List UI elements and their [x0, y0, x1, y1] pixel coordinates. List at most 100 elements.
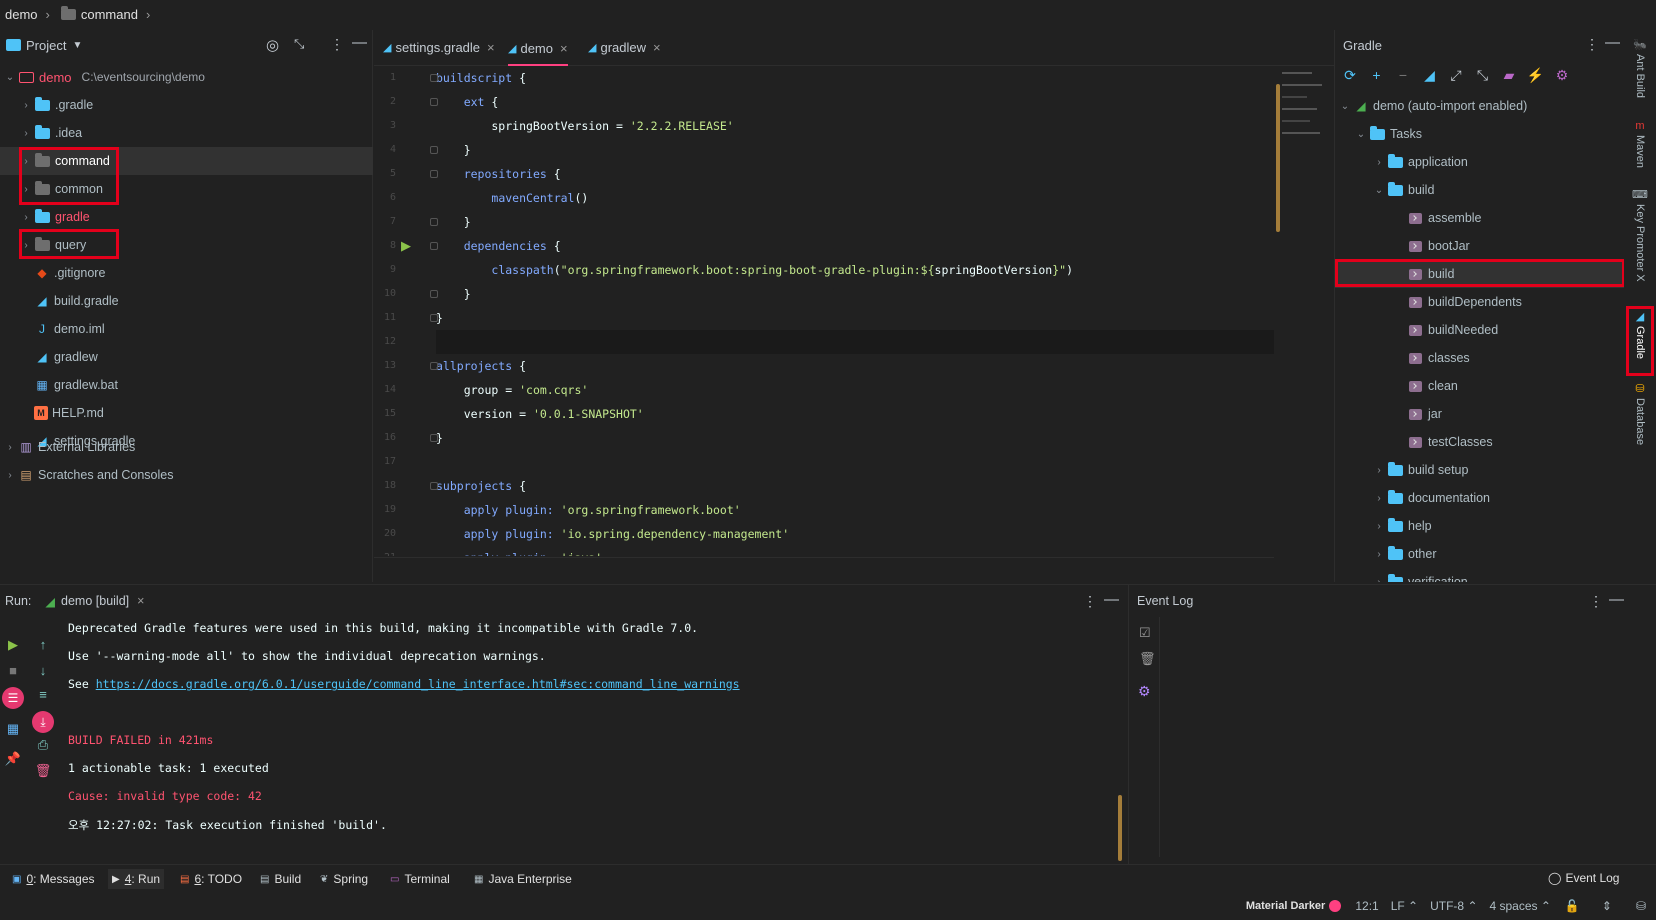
tool-window-tab[interactable]: ❦ Spring: [316, 869, 372, 889]
fold-marker-icon[interactable]: [430, 242, 438, 250]
chevron-right-icon[interactable]: ›: [1373, 157, 1385, 168]
add-icon[interactable]: +: [1368, 66, 1386, 84]
cursor-position[interactable]: 12:1: [1355, 899, 1378, 913]
line-separator[interactable]: LF ⌃: [1391, 899, 1418, 913]
tree-item[interactable]: ◢ gradlew: [0, 343, 373, 371]
settings-icon[interactable]: ⚙: [1553, 66, 1571, 84]
project-view-label[interactable]: Project: [26, 38, 66, 53]
tool-window-tab[interactable]: ▭ Terminal: [386, 869, 454, 889]
gradle-tree-item[interactable]: clean: [1335, 372, 1624, 400]
tree-item[interactable]: › command: [0, 147, 373, 175]
fold-marker-icon[interactable]: [430, 362, 438, 370]
gradle-tree-item[interactable]: classes: [1335, 344, 1624, 372]
fold-marker-icon[interactable]: [430, 146, 438, 154]
run-console-output[interactable]: Deprecated Gradle features were used in …: [0, 617, 1100, 857]
breadcrumb-project[interactable]: demo: [5, 7, 38, 22]
fold-marker-icon[interactable]: [430, 98, 438, 106]
gradle-tree-item[interactable]: buildNeeded: [1335, 316, 1624, 344]
hide-panel-icon[interactable]: —: [1609, 591, 1624, 608]
tree-external-libraries[interactable]: › ▥ External Libraries: [0, 433, 373, 461]
tree-item[interactable]: ◆ .gitignore: [0, 259, 373, 287]
tool-window-button[interactable]: ◢ Gradle: [1630, 310, 1650, 359]
tool-window-tab[interactable]: ▦ Java Enterprise: [470, 869, 576, 889]
refresh-icon[interactable]: ⟳: [1341, 66, 1359, 84]
gradle-tree-item[interactable]: buildDependents: [1335, 288, 1624, 316]
run-tab[interactable]: ◢ demo [build] ×: [45, 594, 144, 609]
gradle-tree-item[interactable]: › documentation: [1335, 484, 1624, 512]
mark-read-icon[interactable]: ☑: [1139, 625, 1151, 641]
chevron-down-icon[interactable]: ▼: [72, 40, 82, 51]
chevron-down-icon[interactable]: ⌄: [1355, 129, 1367, 140]
tree-item[interactable]: ▦ gradlew.bat: [0, 371, 373, 399]
editor-tab[interactable]: ◢ demo ×: [508, 32, 568, 66]
console-scrollbar-thumb[interactable]: [1118, 795, 1122, 861]
chevron-right-icon[interactable]: ›: [1373, 493, 1385, 504]
indent-setting[interactable]: 4 spaces ⌃: [1490, 899, 1551, 913]
tool-window-tab[interactable]: ▤ 6: TODO: [176, 869, 246, 889]
editor-tab[interactable]: ◢ settings.gradle ×: [383, 32, 495, 62]
chevron-right-icon[interactable]: ›: [4, 442, 16, 453]
fold-marker-icon[interactable]: [430, 218, 438, 226]
theme-name[interactable]: Material Darker: [1246, 900, 1326, 912]
tool-window-button[interactable]: ⌨ Key Promoter X: [1630, 188, 1650, 282]
breadcrumb-folder[interactable]: command: [81, 7, 138, 22]
close-icon[interactable]: ×: [487, 40, 495, 55]
tree-item[interactable]: › gradle: [0, 203, 373, 231]
show-deps-icon[interactable]: ⚡: [1527, 66, 1545, 84]
toggle-offline-icon[interactable]: ▰: [1500, 66, 1518, 84]
settings-icon[interactable]: ⚙: [1138, 683, 1151, 700]
hide-panel-icon[interactable]: —: [352, 34, 367, 51]
execute-task-icon[interactable]: ◢: [1421, 66, 1439, 84]
more-options-icon[interactable]: ⋮: [330, 36, 344, 53]
gradle-tree-item[interactable]: assemble: [1335, 204, 1624, 232]
tool-window-tab[interactable]: ▤ Build: [256, 869, 305, 889]
chevron-down-icon[interactable]: ⌄: [1373, 185, 1385, 196]
fold-marker-icon[interactable]: [430, 170, 438, 178]
gradle-tree-item[interactable]: testClasses: [1335, 428, 1624, 456]
fold-marker-icon[interactable]: [430, 290, 438, 298]
collapse-all-icon[interactable]: ⤡: [1474, 66, 1492, 84]
chevron-right-icon[interactable]: ›: [1373, 577, 1385, 583]
gradle-tree-item[interactable]: jar: [1335, 400, 1624, 428]
gradle-tree-item[interactable]: › application: [1335, 148, 1624, 176]
console-link[interactable]: https://docs.gradle.org/6.0.1/userguide/…: [96, 677, 740, 691]
hide-panel-icon[interactable]: —: [1605, 34, 1620, 51]
tree-item[interactable]: M HELP.md: [0, 399, 373, 427]
chevron-right-icon[interactable]: ›: [1373, 549, 1385, 560]
more-options-icon[interactable]: ⋮: [1083, 593, 1097, 610]
more-options-icon[interactable]: ⋮: [1585, 36, 1599, 53]
locate-icon[interactable]: ◎: [266, 36, 279, 54]
hide-panel-icon[interactable]: —: [1104, 591, 1119, 608]
fold-marker-icon[interactable]: [430, 482, 438, 490]
trash-icon[interactable]: 🗑: [1139, 651, 1156, 667]
gradle-tree-item[interactable]: › build setup: [1335, 456, 1624, 484]
tree-item[interactable]: ◢ build.gradle: [0, 287, 373, 315]
gradle-tree-item[interactable]: ⌄ build: [1335, 176, 1624, 204]
run-gutter-icon[interactable]: ▶: [401, 238, 411, 254]
gradle-tree-item[interactable]: › other: [1335, 540, 1624, 568]
tree-item[interactable]: Jdemo.iml: [0, 315, 373, 343]
chevron-right-icon[interactable]: ›: [1373, 465, 1385, 476]
chevron-right-icon[interactable]: ›: [4, 470, 16, 481]
remove-icon[interactable]: −: [1394, 66, 1412, 84]
chevron-down-icon[interactable]: ⌄: [1339, 101, 1351, 112]
editor-tab[interactable]: ◢ gradlew ×: [588, 32, 661, 62]
editor-horizontal-scrollbar[interactable]: [374, 557, 1274, 582]
collapse-all-icon[interactable]: ⤡: [294, 36, 304, 52]
gradle-tree-item[interactable]: bootJar: [1335, 232, 1624, 260]
close-icon[interactable]: ×: [137, 594, 144, 608]
gradle-tree-item[interactable]: › verification: [1335, 568, 1624, 582]
chevron-right-icon[interactable]: ›: [20, 212, 32, 223]
event-log-button[interactable]: ◯ Event Log: [1548, 868, 1619, 888]
tool-window-button[interactable]: ⛁ Database: [1630, 382, 1650, 445]
tree-item[interactable]: › common: [0, 175, 373, 203]
expand-all-icon[interactable]: ⤢: [1447, 66, 1465, 84]
chevron-right-icon[interactable]: ›: [20, 100, 32, 111]
lock-icon[interactable]: 🔓: [1565, 899, 1580, 913]
tool-window-tab[interactable]: ▣ 0: Messages: [8, 869, 99, 889]
tree-item[interactable]: › .gradle: [0, 91, 373, 119]
tool-window-tab[interactable]: ▶ 4: Run: [108, 869, 165, 889]
chevron-down-icon[interactable]: ⌄: [4, 72, 16, 83]
code-area[interactable]: 1 buildscript {2 ext {3 springBootVersion…: [374, 66, 1274, 556]
close-icon[interactable]: ×: [560, 41, 568, 56]
